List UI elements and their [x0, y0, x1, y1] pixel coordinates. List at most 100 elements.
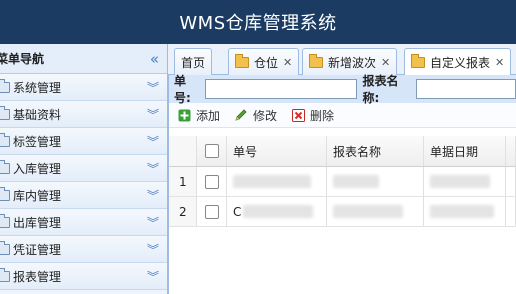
search-bar: 单号: 报表名称: [169, 74, 516, 105]
row-checkbox[interactable] [204, 204, 219, 219]
sidebar-item-label: 出库管理 [13, 215, 62, 230]
report-name-label: 报表名称: [362, 74, 399, 105]
chevron-down-icon: ︾ [146, 80, 159, 95]
row-checkbox[interactable] [204, 174, 219, 189]
row-select-cell [197, 197, 227, 226]
sidebar-item-label: 基础资料 [13, 107, 62, 122]
redacted-text [333, 175, 379, 188]
folder-icon [411, 54, 425, 68]
folder-icon [0, 267, 10, 282]
tab-label: 新增波次 [328, 55, 377, 70]
table-row[interactable]: 1 [169, 167, 516, 197]
chevron-down-icon: ︾ [146, 134, 159, 149]
sidebar-item-label: 报表管理 [13, 269, 62, 284]
sidebar-item-outbound[interactable]: 出库管理 ︾ [0, 209, 167, 236]
table-header-row: 单号 报表名称 单据日期 [169, 136, 516, 167]
report-table: 单号 报表名称 单据日期 1 2 C [169, 136, 516, 227]
sidebar-item-reports[interactable]: 报表管理 ︾ [0, 263, 167, 290]
more-cell [506, 167, 516, 196]
sidebar-item-label: 库内管理 [13, 188, 62, 203]
tab-new-wave[interactable]: 新增波次 ✕ [302, 48, 398, 75]
sidebar-item-vouchers[interactable]: 凭证管理 ︾ [0, 236, 167, 263]
table-row[interactable]: 2 C [169, 197, 516, 227]
sidebar: 菜单导航 « 系统管理 ︾ 基础资料 ︾ 标签管理 ︾ 入库管理 ︾ 库内管理 … [0, 44, 168, 294]
date-cell [424, 167, 506, 196]
app-title: WMS仓库管理系统 [179, 13, 337, 34]
column-header-date[interactable]: 单据日期 [424, 136, 506, 166]
select-all-checkbox[interactable] [204, 144, 219, 158]
plus-icon [177, 108, 191, 122]
edit-label: 修改 [253, 108, 278, 123]
report-list-panel: 单号: 报表名称: 添加 修改 删除 单号 报表名称 单据日期 1 2 C [168, 74, 516, 294]
sidebar-item-inbound[interactable]: 入库管理 ︾ [0, 155, 167, 182]
delete-button[interactable]: 删除 [291, 107, 334, 124]
tab-bin-location[interactable]: 仓位 ✕ [228, 48, 300, 75]
folder-icon [235, 53, 249, 68]
folder-icon [0, 240, 10, 255]
column-header-more [506, 136, 516, 166]
row-select-cell [197, 167, 227, 196]
chevron-down-icon: ︾ [146, 107, 159, 122]
chevron-down-icon: ︾ [146, 188, 159, 203]
sidebar-item-basic-data[interactable]: 基础资料 ︾ [0, 101, 167, 128]
column-header-report-name[interactable]: 报表名称 [327, 136, 424, 166]
tab-strip: 首页 仓位 ✕ 新增波次 ✕ 自定义报表 ✕ [168, 44, 516, 76]
delete-icon [291, 108, 305, 122]
order-no-label: 单号: [174, 74, 191, 105]
edit-button[interactable]: 修改 [234, 107, 277, 124]
redacted-text [430, 175, 490, 188]
sidebar-item-label: 系统管理 [13, 80, 62, 95]
folder-icon [0, 213, 10, 228]
order-no-cell [227, 167, 327, 196]
folder-icon [0, 105, 10, 120]
folder-icon [309, 53, 323, 68]
redacted-text [430, 205, 494, 218]
column-header-order-no[interactable]: 单号 [227, 136, 327, 166]
date-cell [424, 197, 506, 226]
chevron-down-icon: ︾ [146, 161, 159, 176]
select-all-cell [197, 136, 227, 166]
row-number: 1 [169, 167, 197, 196]
sidebar-item-label: 入库管理 [13, 161, 62, 176]
collapse-sidebar-icon[interactable]: « [150, 50, 159, 68]
redacted-text [333, 205, 403, 218]
add-label: 添加 [196, 108, 221, 123]
report-name-cell [327, 167, 424, 196]
order-no-input[interactable] [204, 79, 357, 99]
sidebar-item-label: 标签管理 [13, 134, 62, 149]
chevron-down-icon: ︾ [146, 215, 159, 230]
more-cell [506, 197, 516, 226]
sidebar-item-label: 凭证管理 [13, 242, 62, 257]
close-icon[interactable]: ✕ [283, 56, 292, 69]
close-icon[interactable]: ✕ [495, 56, 504, 69]
tab-home[interactable]: 首页 [174, 48, 213, 75]
row-number-header [169, 136, 197, 166]
sidebar-header: 菜单导航 « [0, 44, 167, 74]
report-name-input[interactable] [416, 79, 516, 99]
redacted-text [243, 205, 314, 218]
order-no-cell: C [227, 197, 327, 226]
order-no-text: C [233, 204, 242, 219]
tab-label: 首页 [181, 55, 206, 70]
sidebar-item-system[interactable]: 系统管理 ︾ [0, 74, 167, 101]
chevron-down-icon: ︾ [146, 242, 159, 257]
sidebar-item-labels[interactable]: 标签管理 ︾ [0, 128, 167, 155]
folder-icon [0, 132, 10, 147]
app-header: WMS仓库管理系统 [0, 0, 516, 44]
row-number: 2 [169, 197, 197, 226]
pencil-icon [234, 108, 248, 122]
report-name-cell [327, 197, 424, 226]
close-icon[interactable]: ✕ [381, 56, 390, 69]
main-panel: 首页 仓位 ✕ 新增波次 ✕ 自定义报表 ✕ 单号: 报表名称: 添加 修改 删… [168, 44, 516, 294]
tab-custom-report[interactable]: 自定义报表 ✕ [404, 48, 512, 76]
folder-icon [0, 186, 10, 201]
sidebar-title: 菜单导航 [0, 52, 45, 66]
tab-label: 仓位 [254, 55, 279, 70]
folder-icon [0, 78, 10, 93]
sidebar-item-in-warehouse[interactable]: 库内管理 ︾ [0, 182, 167, 209]
add-button[interactable]: 添加 [177, 107, 220, 124]
tab-label: 自定义报表 [430, 56, 491, 70]
toolbar: 添加 修改 删除 [169, 103, 516, 128]
chevron-down-icon: ︾ [146, 269, 159, 284]
redacted-text [233, 175, 311, 188]
